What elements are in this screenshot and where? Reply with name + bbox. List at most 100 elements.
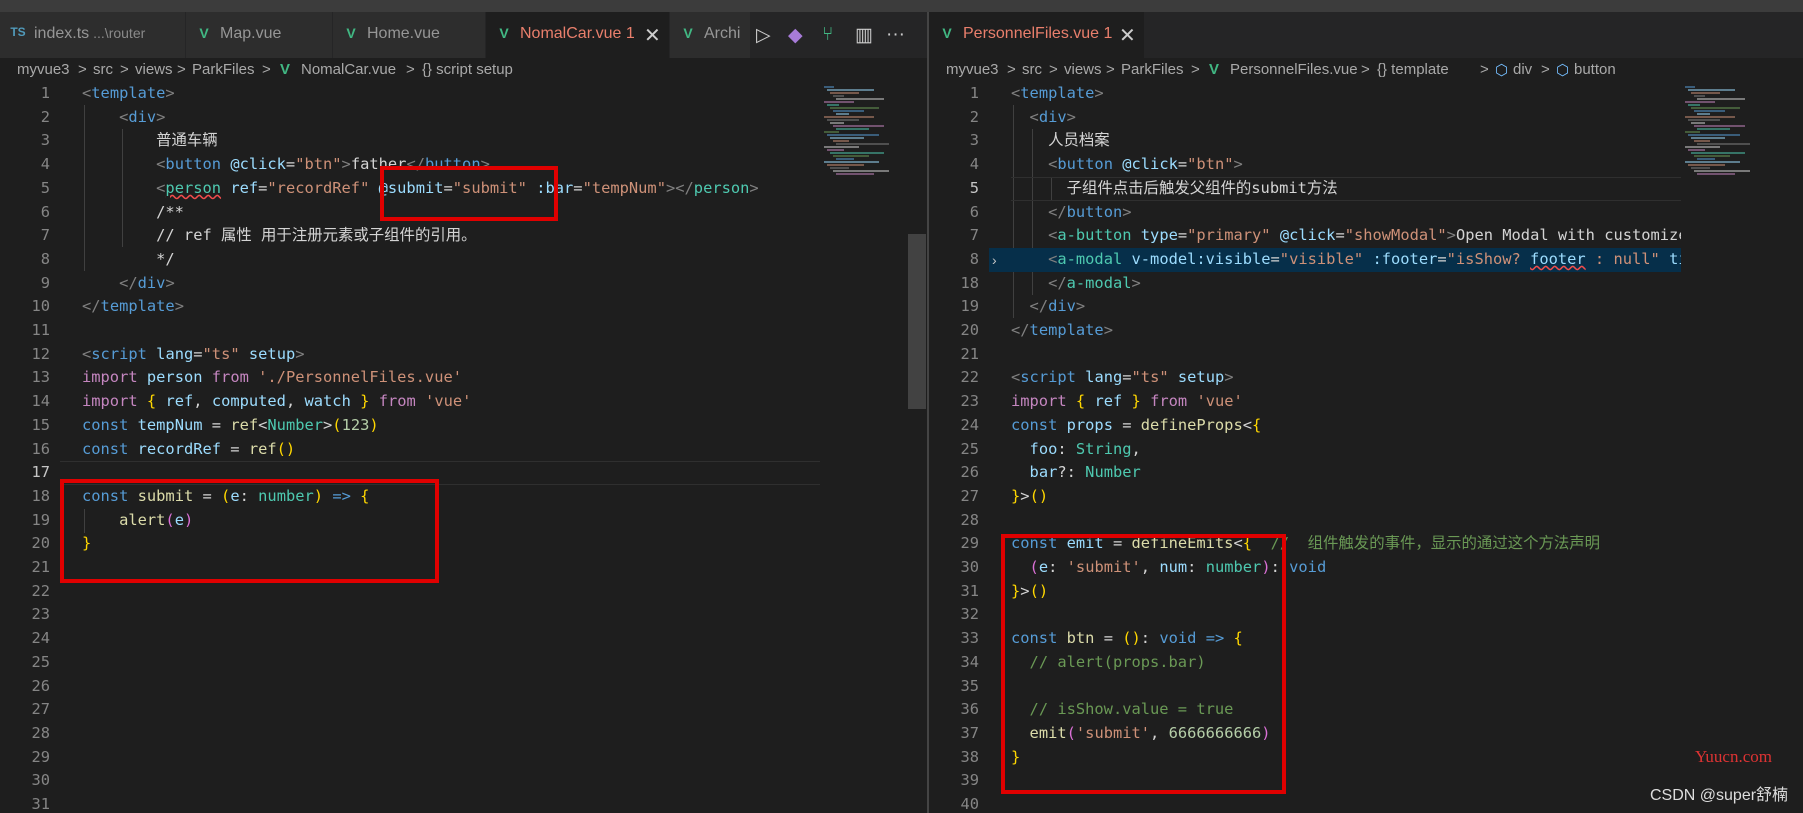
tab-index-ts[interactable]: TS index.ts ...\router: [0, 12, 186, 58]
breadcrumb-item[interactable]: ParkFiles: [1121, 61, 1184, 78]
code-line[interactable]: 23: [0, 603, 927, 627]
code-text: <script lang="ts" setup>: [82, 343, 305, 367]
code-line[interactable]: 12 <script lang="ts" setup>: [0, 343, 927, 367]
minimap-line: [1694, 170, 1750, 172]
tab-archi[interactable]: V Archi: [670, 12, 751, 58]
breadcrumb-separator: >: [1007, 61, 1016, 78]
vertical-scrollbar[interactable]: [908, 234, 926, 409]
code-line[interactable]: 15 const tempNum = ref<Number>(123): [0, 414, 927, 438]
vite-icon[interactable]: ◆: [788, 24, 803, 47]
code-line[interactable]: 30: [0, 769, 927, 793]
code-line[interactable]: 4 <button @click="btn">: [929, 153, 1803, 177]
tab-nomalcar-vue[interactable]: V NomalCar.vue 1 ✕: [486, 12, 670, 58]
code-line[interactable]: 7 <a-button type="primary" @click="showM…: [929, 224, 1803, 248]
code-text: </template>: [82, 295, 184, 319]
breadcrumb-item[interactable]: src: [1022, 61, 1042, 78]
line-number: 21: [31, 558, 50, 576]
minimap-line: [1694, 140, 1710, 142]
code-line[interactable]: 25 foo: String,: [929, 438, 1803, 462]
minimap-line: [833, 95, 844, 97]
source-control-icon[interactable]: ⑂: [822, 24, 833, 46]
breadcrumb-item[interactable]: src: [93, 61, 113, 78]
code-line[interactable]: 16 const recordRef = ref(): [0, 438, 927, 462]
code-line[interactable]: 3 普通车辆: [0, 129, 927, 153]
breadcrumb-item[interactable]: div: [1513, 61, 1532, 78]
code-token: // 组件触发的事件，显示的通过这个方法声明: [1270, 534, 1601, 553]
code-token: from: [1150, 392, 1188, 411]
code-line[interactable]: 14 import { ref, computed, watch } from '…: [0, 390, 927, 414]
breadcrumb-item[interactable]: {} script setup: [422, 61, 513, 78]
code-line[interactable]: 3 人员档案: [929, 129, 1803, 153]
vue-file-icon: V: [942, 25, 952, 41]
code-line[interactable]: 9 </div>: [0, 272, 927, 296]
code-token: watch: [304, 392, 351, 411]
more-actions-icon[interactable]: ···: [886, 24, 905, 46]
code-line[interactable]: 8 <a-modal v-model:visible="visible" :fo…: [929, 248, 1803, 272]
breadcrumb-item[interactable]: views: [1064, 61, 1102, 78]
code-token: "showModal": [1344, 226, 1447, 245]
line-number: 1: [40, 84, 50, 102]
line-number: 31: [960, 581, 979, 600]
code-line[interactable]: 19 </div>: [929, 295, 1803, 319]
code-line[interactable]: 2 <div>: [0, 106, 927, 130]
breadcrumb-separator: >: [120, 61, 129, 78]
minimap[interactable]: [820, 82, 908, 813]
breadcrumb-item[interactable]: {} template: [1377, 61, 1449, 78]
close-icon[interactable]: ✕: [644, 23, 661, 48]
code-line[interactable]: 1 <template>: [929, 82, 1803, 106]
run-icon[interactable]: ▷: [756, 24, 771, 47]
split-editor-icon[interactable]: ▥: [855, 24, 873, 47]
code-line[interactable]: 11: [0, 319, 927, 343]
code-line[interactable]: 28: [929, 509, 1803, 533]
breadcrumb-item[interactable]: ParkFiles: [192, 61, 255, 78]
code-line[interactable]: 31: [0, 793, 927, 813]
tab-personnelfiles-vue[interactable]: V PersonnelFiles.vue 1 ✕: [929, 12, 1145, 58]
breadcrumb-item[interactable]: myvue3: [946, 61, 999, 78]
tab-map-vue[interactable]: V Map.vue: [186, 12, 333, 58]
code-line[interactable]: 6 </button>: [929, 201, 1803, 225]
line-number: 25: [960, 439, 979, 458]
code-line[interactable]: 18 </a-modal>: [929, 272, 1803, 296]
code-line[interactable]: 24: [0, 627, 927, 651]
code-token: ref: [248, 439, 277, 458]
code-line[interactable]: 20 </template>: [929, 319, 1803, 343]
code-line[interactable]: 1 <template>: [0, 82, 927, 106]
code-token: "btn": [1187, 155, 1234, 174]
code-line[interactable]: 21: [929, 343, 1803, 367]
code-line[interactable]: 10 </template>: [0, 295, 927, 319]
minimap[interactable]: [1681, 82, 1781, 813]
code-line[interactable]: 27: [0, 698, 927, 722]
code-line[interactable]: 27}>(): [929, 485, 1803, 509]
breadcrumb-item[interactable]: button: [1574, 61, 1616, 78]
csdn-watermark: CSDN @super舒楠: [1650, 787, 1789, 804]
code-line[interactable]: 8 */: [0, 248, 927, 272]
code-token: (): [1029, 486, 1049, 505]
code-text: */: [82, 248, 175, 272]
tab-home-vue[interactable]: V Home.vue: [333, 12, 486, 58]
code-line[interactable]: 26 bar?: Number: [929, 461, 1803, 485]
code-line[interactable]: 26: [0, 675, 927, 699]
code-line[interactable]: 5 子组件点击后触发父组件的submit方法: [929, 177, 1803, 201]
code-line[interactable]: 25: [0, 651, 927, 675]
code-line[interactable]: 7 // ref 属性 用于注册元素或子组件的引用。: [0, 224, 927, 248]
line-number: 21: [960, 344, 979, 363]
breadcrumb-item[interactable]: views: [135, 61, 173, 78]
breadcrumb-item[interactable]: myvue3: [17, 61, 70, 78]
code-token: >: [156, 107, 166, 126]
code-line[interactable]: 22: [0, 580, 927, 604]
breadcrumb-item[interactable]: NomalCar.vue: [301, 61, 396, 78]
code-line[interactable]: 13 import person from './PersonnelFiles.v…: [0, 366, 927, 390]
minimap-line: [836, 113, 849, 115]
code-line[interactable]: 23 import { ref } from 'vue': [929, 390, 1803, 414]
code-line[interactable]: 24 const props = defineProps<{: [929, 414, 1803, 438]
code-line[interactable]: 2 <div>: [929, 106, 1803, 130]
code-line[interactable]: 29: [0, 746, 927, 770]
code-line[interactable]: 22 <script lang="ts" setup>: [929, 366, 1803, 390]
breadcrumb-item[interactable]: PersonnelFiles.vue: [1230, 61, 1358, 78]
code-line[interactable]: 28: [0, 722, 927, 746]
close-icon[interactable]: ✕: [1119, 23, 1136, 48]
